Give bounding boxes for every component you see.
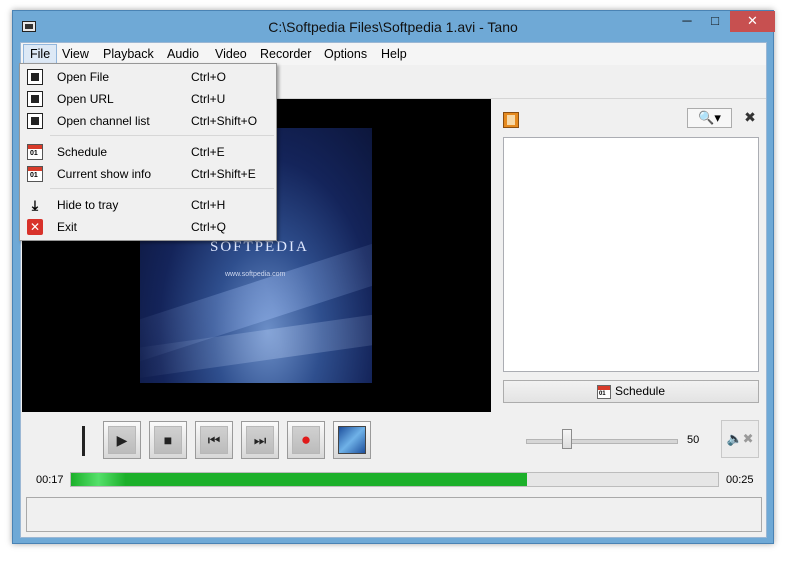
minimize-button[interactable]: ─ <box>674 11 700 32</box>
menu-video[interactable]: Video <box>209 45 253 63</box>
menu-item-schedule[interactable]: 01 Schedule Ctrl+E <box>22 141 274 163</box>
menu-options[interactable]: Options <box>318 45 373 63</box>
menu-playback[interactable]: Playback <box>97 45 160 63</box>
seek-bar[interactable] <box>70 472 719 487</box>
playback-controls: ▶ ■ ⏮ ⏭ ● 50 🔈✖ <box>21 413 766 465</box>
menu-item-open-file[interactable]: Open File Ctrl+O <box>22 66 274 88</box>
seek-bar-fill <box>71 473 528 486</box>
menu-item-shortcut: Ctrl+O <box>191 70 227 84</box>
calendar-icon: 01 <box>27 144 43 160</box>
window-title: C:\Softpedia Files\Softpedia 1.avi - Tan… <box>268 19 518 35</box>
document-icon <box>27 91 43 107</box>
search-dropdown-button[interactable]: 🔍▾ <box>687 108 732 128</box>
menu-recorder[interactable]: Recorder <box>254 45 317 63</box>
menu-separator <box>50 188 274 189</box>
mute-button[interactable]: 🔈✖ <box>721 420 759 458</box>
volume-slider-track[interactable] <box>526 439 678 444</box>
menu-item-exit[interactable]: ✕ Exit Ctrl+Q <box>22 216 274 238</box>
next-button[interactable]: ⏭ <box>241 421 279 459</box>
menu-help[interactable]: Help <box>375 45 413 63</box>
schedule-button[interactable]: 01 Schedule <box>503 380 759 403</box>
menu-item-label: Hide to tray <box>57 198 119 212</box>
status-bar <box>26 497 762 532</box>
menu-item-open-url[interactable]: Open URL Ctrl+U <box>22 88 274 110</box>
calendar-icon: 01 <box>596 384 611 399</box>
menu-file[interactable]: File <box>23 44 58 64</box>
title-bar[interactable]: C:\Softpedia Files\Softpedia 1.avi - Tan… <box>13 11 775 43</box>
menu-item-hide-to-tray[interactable]: ⤓ Hide to tray Ctrl+H <box>22 194 274 216</box>
channel-number-display <box>82 426 91 456</box>
menu-separator <box>50 135 274 136</box>
menu-item-shortcut: Ctrl+U <box>191 92 226 106</box>
menu-view[interactable]: View <box>56 45 95 63</box>
poster-logo: SOFTPEDIA <box>210 239 309 255</box>
film-icon <box>503 112 519 128</box>
menu-bar: File View Playback Audio Video Recorder … <box>21 43 766 65</box>
next-icon: ⏭ <box>246 426 274 454</box>
previous-icon: ⏮ <box>200 426 228 454</box>
menu-item-label: Schedule <box>57 145 108 159</box>
menu-item-current-show-info[interactable]: 01 Current show info Ctrl+Shift+E <box>22 163 274 185</box>
download-tray-icon: ⤓ <box>31 197 39 213</box>
menu-item-label: Current show info <box>57 167 152 181</box>
menu-item-label: Open URL <box>57 92 114 106</box>
menu-audio[interactable]: Audio <box>161 45 205 63</box>
poster-url: www.softpedia.com <box>225 271 286 278</box>
total-time: 00:25 <box>726 474 754 486</box>
schedule-label: Schedule <box>614 384 666 398</box>
snapshot-icon <box>338 426 366 454</box>
stop-icon: ■ <box>154 426 182 454</box>
menu-item-shortcut: Ctrl+Shift+E <box>191 167 256 181</box>
menu-item-shortcut: Ctrl+Shift+O <box>191 114 258 128</box>
menu-item-label: Open channel list <box>57 114 150 128</box>
menu-item-label: Open File <box>57 70 110 84</box>
close-button[interactable]: ✕ <box>730 11 775 32</box>
previous-button[interactable]: ⏮ <box>195 421 233 459</box>
calendar-day: 01 <box>598 390 606 397</box>
document-icon <box>27 113 43 129</box>
calendar-day: 01 <box>30 172 38 179</box>
exit-icon: ✕ <box>27 219 43 235</box>
menu-item-shortcut: Ctrl+E <box>191 145 225 159</box>
current-time: 00:17 <box>36 474 64 486</box>
play-icon: ▶ <box>108 426 136 454</box>
record-icon: ● <box>292 426 320 454</box>
file-menu-dropdown: Open File Ctrl+O Open URL Ctrl+U Open ch… <box>19 63 277 241</box>
maximize-button[interactable]: □ <box>702 11 728 32</box>
volume-slider-thumb[interactable] <box>562 429 573 449</box>
menu-item-open-channel-list[interactable]: Open channel list Ctrl+Shift+O <box>22 110 274 132</box>
volume-value: 50 <box>687 434 700 446</box>
snapshot-button[interactable] <box>333 421 371 459</box>
document-icon <box>27 69 43 85</box>
play-button[interactable]: ▶ <box>103 421 141 459</box>
channel-panel: 🔍▾ ✖ 01 Schedule <box>491 99 766 412</box>
menu-item-shortcut: Ctrl+Q <box>191 220 227 234</box>
stop-button[interactable]: ■ <box>149 421 187 459</box>
channel-list[interactable] <box>503 137 759 372</box>
menu-item-label: Exit <box>57 220 78 234</box>
record-button[interactable]: ● <box>287 421 325 459</box>
menu-item-shortcut: Ctrl+H <box>191 198 226 212</box>
close-panel-icon[interactable]: ✖ <box>743 109 757 125</box>
calendar-icon: 01 <box>27 166 43 182</box>
calendar-day: 01 <box>30 150 38 157</box>
